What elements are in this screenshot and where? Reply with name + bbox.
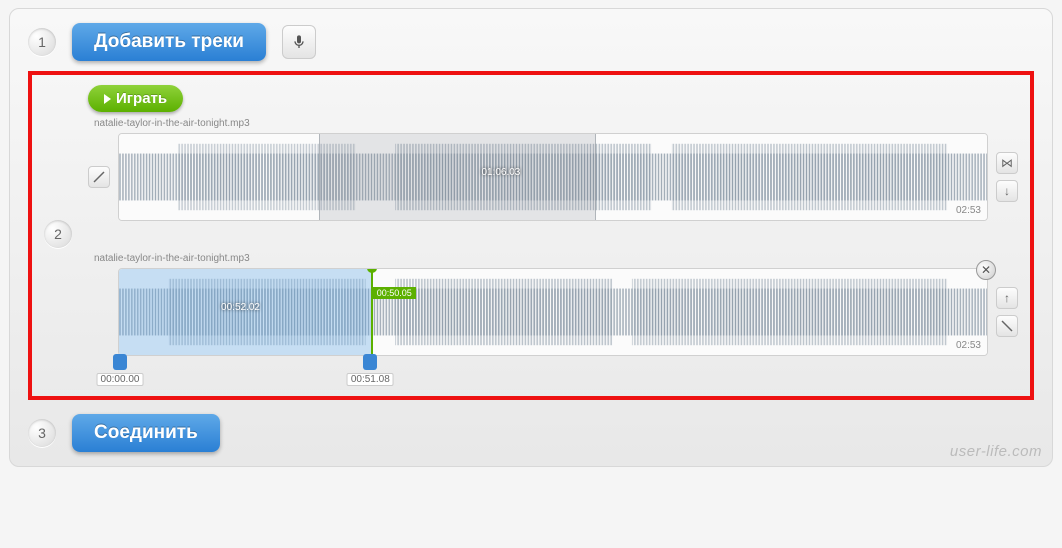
fadein-button[interactable] (88, 166, 110, 188)
play-label: Играть (116, 90, 167, 107)
step-2: 2 Играть natalie-taylor-in-the-air-tonig… (44, 85, 1018, 382)
step-number-3: 3 (28, 419, 56, 447)
selection-time-label: 00:52.02 (221, 302, 260, 313)
track-filename: natalie-taylor-in-the-air-tonight.mp3 (88, 253, 1018, 264)
playhead[interactable]: 00:50.05 (371, 268, 373, 356)
app-panel: 1 Добавить треки 2 Играть natalie-taylor… (9, 8, 1053, 467)
range-handle-end[interactable] (363, 354, 377, 370)
selection-segment[interactable] (319, 134, 597, 220)
play-icon (104, 94, 111, 104)
arrow-down-icon: ↓ (1004, 184, 1010, 198)
play-button[interactable]: Играть (88, 85, 183, 112)
step-number-2: 2 (44, 220, 72, 248)
playhead-time-flag: 00:50.05 (373, 287, 416, 299)
range-handle-start[interactable] (113, 354, 127, 370)
highlighted-region: 2 Играть natalie-taylor-in-the-air-tonig… (28, 71, 1034, 400)
microphone-icon (291, 34, 307, 50)
fadeout-button[interactable] (996, 315, 1018, 337)
watermark: user-life.com (950, 443, 1042, 460)
track-duration: 02:53 (956, 340, 981, 351)
step-number-1: 1 (28, 28, 56, 56)
move-down-button[interactable]: ↓ (996, 180, 1018, 202)
segment-time-label: 01:06.03 (481, 167, 520, 178)
track-block: natalie-taylor-in-the-air-tonight.mp3 (88, 118, 1018, 221)
range-start-label: 00:00.00 (97, 373, 144, 386)
remove-track-button[interactable]: ✕ (976, 260, 996, 280)
fadeout-icon (1001, 320, 1013, 332)
step-1: 1 Добавить треки (28, 23, 1034, 61)
add-tracks-button[interactable]: Добавить треки (72, 23, 266, 61)
record-mic-button[interactable] (282, 25, 316, 59)
join-button[interactable]: Соединить (72, 414, 220, 452)
crossfade-button[interactable]: ⋈ (996, 152, 1018, 174)
range-end-label: 00:51.08 (347, 373, 394, 386)
track-block: natalie-taylor-in-the-air-tonight.mp3 ✕ (88, 253, 1018, 356)
crossfade-icon: ⋈ (1001, 156, 1013, 170)
arrow-up-icon: ↑ (1004, 291, 1010, 305)
move-up-button[interactable]: ↑ (996, 287, 1018, 309)
fadein-icon (93, 171, 105, 183)
close-icon: ✕ (981, 263, 991, 277)
waveform-container[interactable]: ✕ 00:52.02 (118, 268, 988, 356)
step-3: 3 Соединить (28, 414, 1034, 452)
waveform-container[interactable]: 01:06.03 02:53 (118, 133, 988, 221)
track-filename: natalie-taylor-in-the-air-tonight.mp3 (88, 118, 1018, 129)
track-duration: 02:53 (956, 205, 981, 216)
